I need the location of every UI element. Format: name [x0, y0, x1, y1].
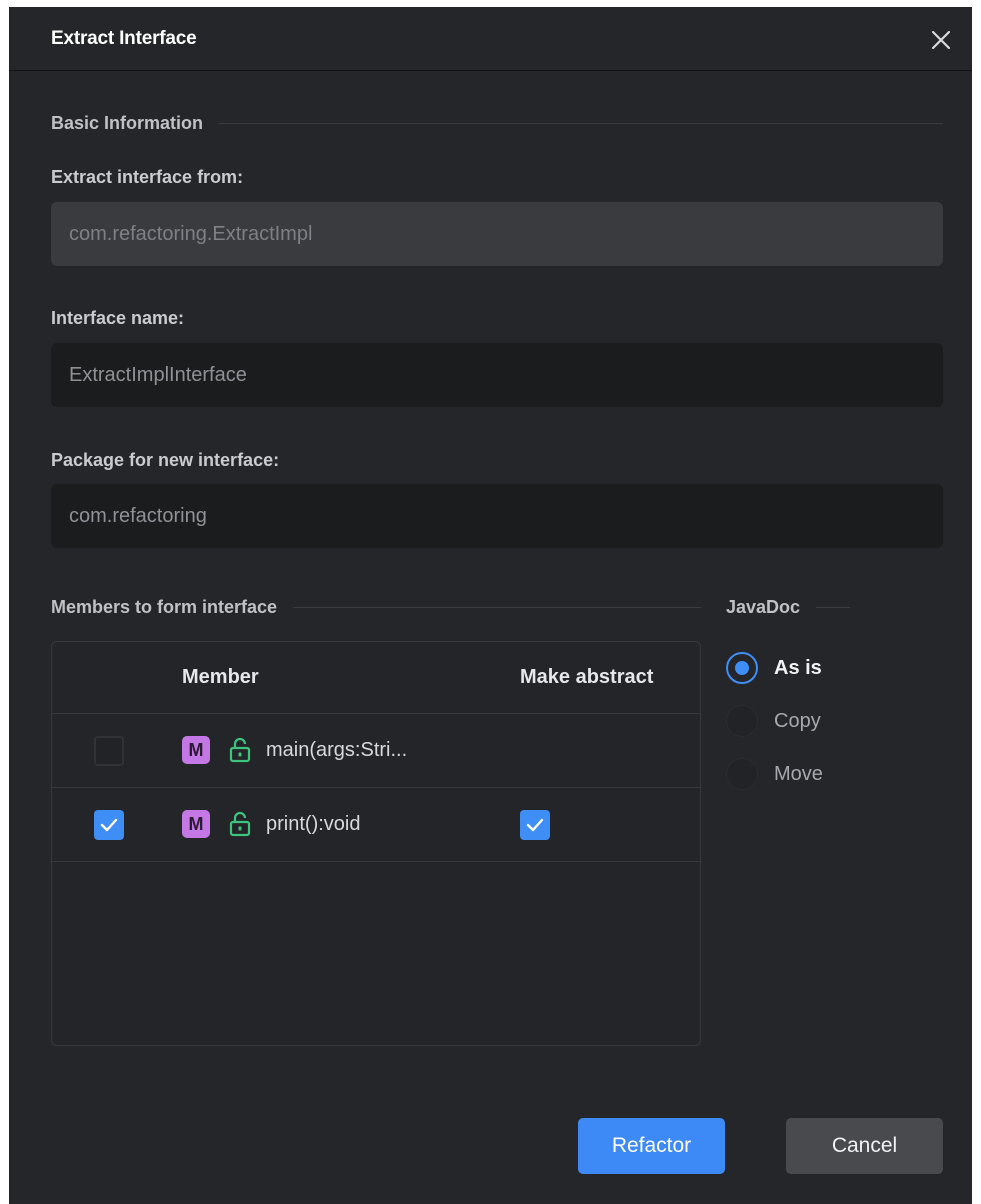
- javadoc-move-label: Move: [774, 763, 823, 785]
- make-abstract-column-header: Make abstract: [520, 666, 654, 688]
- check-icon: [526, 818, 544, 832]
- close-button[interactable]: [924, 23, 958, 57]
- javadoc-label: JavaDoc: [726, 597, 801, 617]
- members-table: Member Make abstract M main(args:Stri...…: [51, 641, 701, 1046]
- javadoc-heading: JavaDoc: [726, 597, 850, 618]
- extract-from-field: [51, 202, 943, 266]
- basic-information-heading: Basic Information: [51, 113, 943, 134]
- member-select-checkbox[interactable]: [94, 736, 124, 766]
- dialog-titlebar: Extract Interface: [9, 7, 972, 71]
- section-divider: [816, 607, 850, 608]
- close-icon: [931, 30, 951, 50]
- interface-name-label: Interface name:: [51, 308, 185, 328]
- cancel-button[interactable]: Cancel: [786, 1118, 943, 1174]
- members-label: Members to form interface: [51, 597, 278, 617]
- dialog-title: Extract Interface: [51, 28, 197, 49]
- method-badge-icon: M: [182, 736, 210, 764]
- javadoc-move-radio[interactable]: [726, 758, 758, 790]
- member-name: print():void: [266, 813, 361, 835]
- section-divider: [293, 607, 701, 608]
- package-input[interactable]: [51, 484, 943, 548]
- method-badge-icon: M: [182, 810, 210, 838]
- member-select-checkbox[interactable]: [94, 810, 124, 840]
- section-divider: [219, 123, 943, 124]
- table-row[interactable]: M print():void: [52, 787, 700, 861]
- basic-information-label: Basic Information: [51, 113, 204, 133]
- interface-name-input[interactable]: [51, 343, 943, 407]
- members-heading: Members to form interface: [51, 597, 701, 618]
- javadoc-as-is-label: As is: [774, 657, 822, 679]
- javadoc-as-is-radio[interactable]: [726, 652, 758, 684]
- extract-from-label: Extract interface from:: [51, 167, 244, 187]
- make-abstract-checkbox[interactable]: [520, 810, 550, 840]
- javadoc-copy-label: Copy: [774, 710, 821, 732]
- table-row[interactable]: M main(args:Stri...: [52, 713, 700, 787]
- javadoc-copy-radio[interactable]: [726, 705, 758, 737]
- check-icon: [100, 818, 118, 832]
- unlock-icon: [229, 737, 251, 763]
- unlock-icon: [229, 811, 251, 837]
- extract-interface-dialog: Extract Interface Basic Information Extr…: [9, 7, 972, 1204]
- member-column-header: Member: [182, 666, 259, 688]
- table-row-divider: [52, 861, 700, 862]
- package-label: Package for new interface:: [51, 450, 280, 470]
- refactor-button[interactable]: Refactor: [578, 1118, 725, 1174]
- member-name: main(args:Stri...: [266, 739, 408, 761]
